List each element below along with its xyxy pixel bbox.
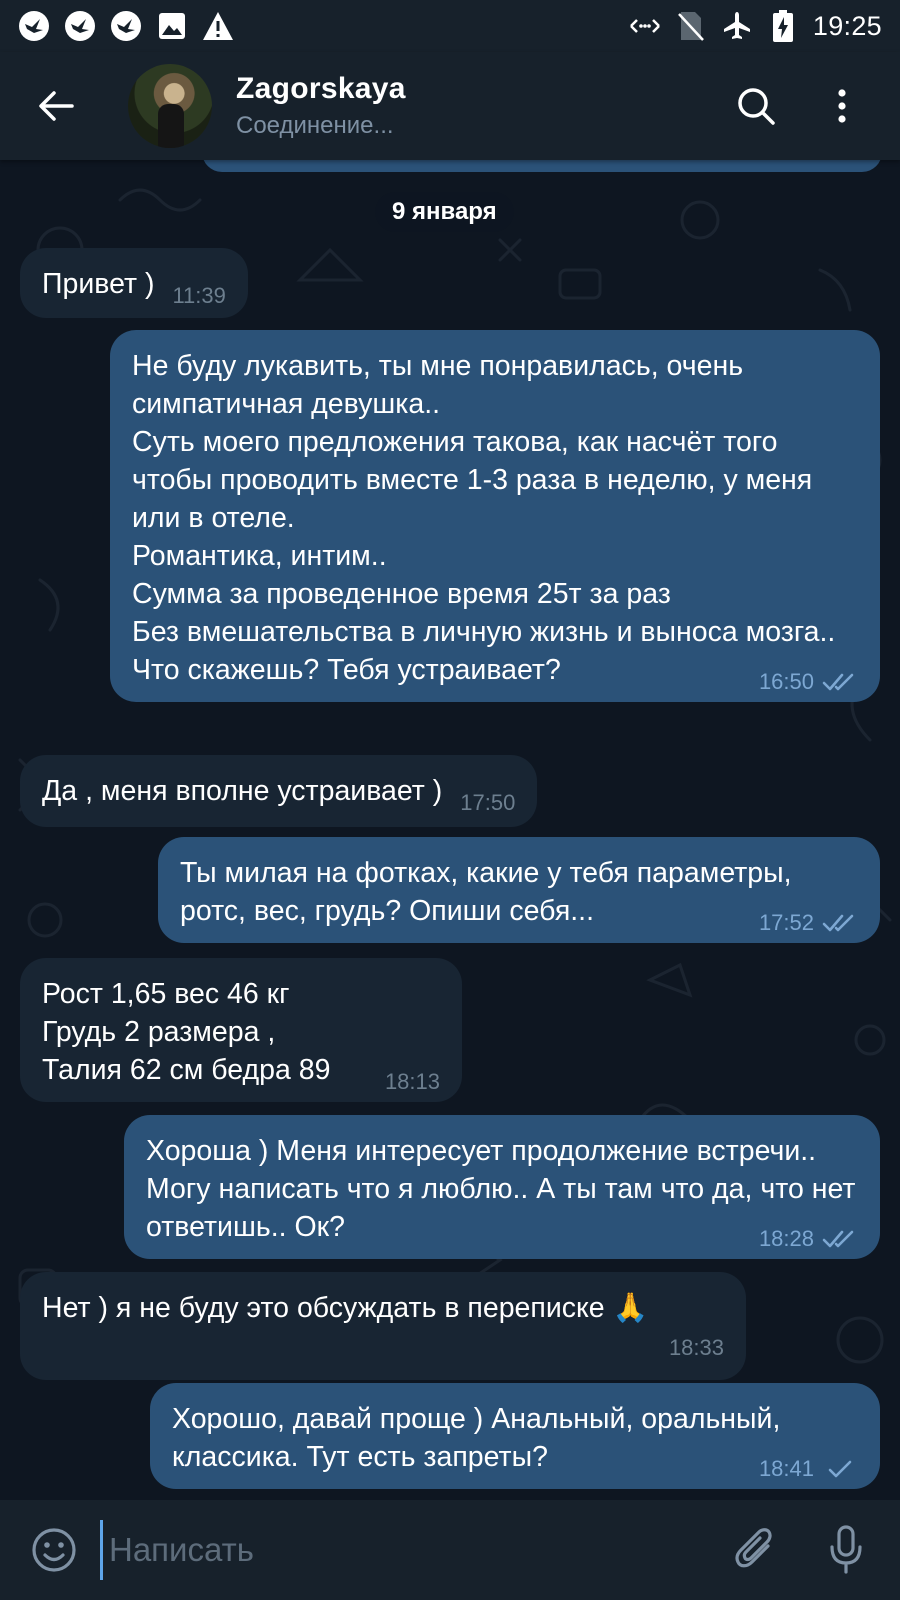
message-text: Рост 1,65 вес 46 кг Грудь 2 размера , Та…	[42, 978, 331, 1086]
chat-name: Zagorskaya	[236, 72, 406, 105]
message-time: 16:50	[758, 669, 814, 694]
message-meta: 17:50	[460, 784, 515, 822]
image-icon	[156, 10, 188, 42]
message-text: Ты милая на фотках, какие у тебя парамет…	[180, 857, 792, 927]
message-bubble-outgoing[interactable]: Не буду лукавить, ты мне понравилась, оч…	[110, 330, 880, 702]
message-meta: 18:41	[759, 1450, 858, 1488]
message-time: 18:41	[758, 1456, 814, 1481]
message-composer	[0, 1500, 900, 1600]
back-button[interactable]	[28, 78, 84, 134]
message-text: Привет )	[42, 268, 155, 300]
data-saver-icon	[629, 10, 661, 42]
message-meta: 18:13	[385, 1063, 440, 1101]
emoji-button[interactable]	[24, 1520, 84, 1580]
message-time: 18:33	[668, 1335, 724, 1360]
message-text: Да , меня вполне устраивает )	[42, 775, 443, 807]
attach-button[interactable]	[726, 1520, 786, 1580]
paperclip-icon	[735, 1528, 772, 1568]
message-meta: 16:50	[759, 663, 858, 701]
voice-record-button[interactable]	[816, 1520, 876, 1580]
chat-title-block[interactable]: Zagorskaya Соединение...	[236, 72, 406, 140]
avatar[interactable]	[128, 64, 212, 148]
message-bubble-incoming[interactable]: Рост 1,65 вес 46 кг Грудь 2 размера , Та…	[20, 958, 462, 1102]
message-meta: 18:33	[60, 1329, 724, 1367]
warning-icon	[202, 10, 234, 42]
message-time: 18:13	[384, 1069, 440, 1094]
battery-charging-icon	[767, 10, 799, 42]
message-bubble-outgoing[interactable]: Ты милая на фотках, какие у тебя парамет…	[158, 837, 880, 943]
microphone-icon	[830, 1525, 862, 1574]
search-icon	[738, 88, 775, 125]
message-time: 17:50	[460, 790, 516, 815]
message-bubble-incoming[interactable]: Привет ) 11:39	[20, 248, 248, 318]
message-meta: 11:39	[172, 277, 225, 315]
emoji-icon	[32, 1528, 76, 1572]
message-text: Нет ) я не буду это обсуждать в переписк…	[42, 1292, 649, 1324]
message-bubble-incoming[interactable]: Да , меня вполне устраивает ) 17:50	[20, 755, 538, 827]
double-check-icon	[822, 673, 854, 691]
message-bubble-incoming[interactable]: Нет ) я не буду это обсуждать в переписк…	[20, 1272, 746, 1380]
arrow-back-icon	[39, 91, 74, 121]
message-time: 11:39	[172, 283, 226, 308]
chat-header: Zagorskaya Соединение...	[0, 52, 900, 160]
message-meta: 17:52	[759, 904, 858, 942]
app-notification-icon	[18, 10, 50, 42]
search-button[interactable]	[732, 82, 780, 130]
message-bubble-outgoing[interactable]: Хороша ) Меня интересует продолжение вст…	[124, 1115, 880, 1259]
single-check-icon	[828, 1460, 852, 1478]
date-label: 9 января	[392, 198, 497, 225]
airplane-icon	[721, 10, 753, 42]
message-time: 18:28	[758, 1226, 814, 1251]
message-text: Хороша ) Меня интересует продолжение вст…	[146, 1135, 856, 1243]
previous-message-bubble	[202, 160, 882, 172]
message-time: 17:52	[758, 910, 814, 935]
message-text: Хорошо, давай проще ) Анальный, оральный…	[172, 1403, 781, 1473]
status-bar: 19:25	[0, 0, 900, 52]
chat-messages[interactable]: 9 января Привет ) 11:39 Не буду лукавить…	[0, 160, 900, 1500]
message-bubble-outgoing[interactable]: Хорошо, давай проще ) Анальный, оральный…	[150, 1383, 880, 1489]
message-meta: 18:28	[759, 1220, 858, 1258]
app-notification-icon	[110, 10, 142, 42]
no-sim-icon	[675, 10, 707, 42]
status-time: 19:25	[812, 10, 882, 41]
app-notification-icon	[64, 10, 96, 42]
more-vert-icon	[838, 89, 846, 123]
more-options-button[interactable]	[818, 82, 866, 130]
connection-status: Соединение...	[236, 112, 394, 139]
message-text: Не буду лукавить, ты мне понравилась, оч…	[132, 350, 836, 686]
date-separator: 9 января	[375, 192, 514, 232]
double-check-icon	[822, 1230, 854, 1248]
double-check-icon	[822, 914, 854, 932]
message-input[interactable]	[100, 1520, 726, 1580]
